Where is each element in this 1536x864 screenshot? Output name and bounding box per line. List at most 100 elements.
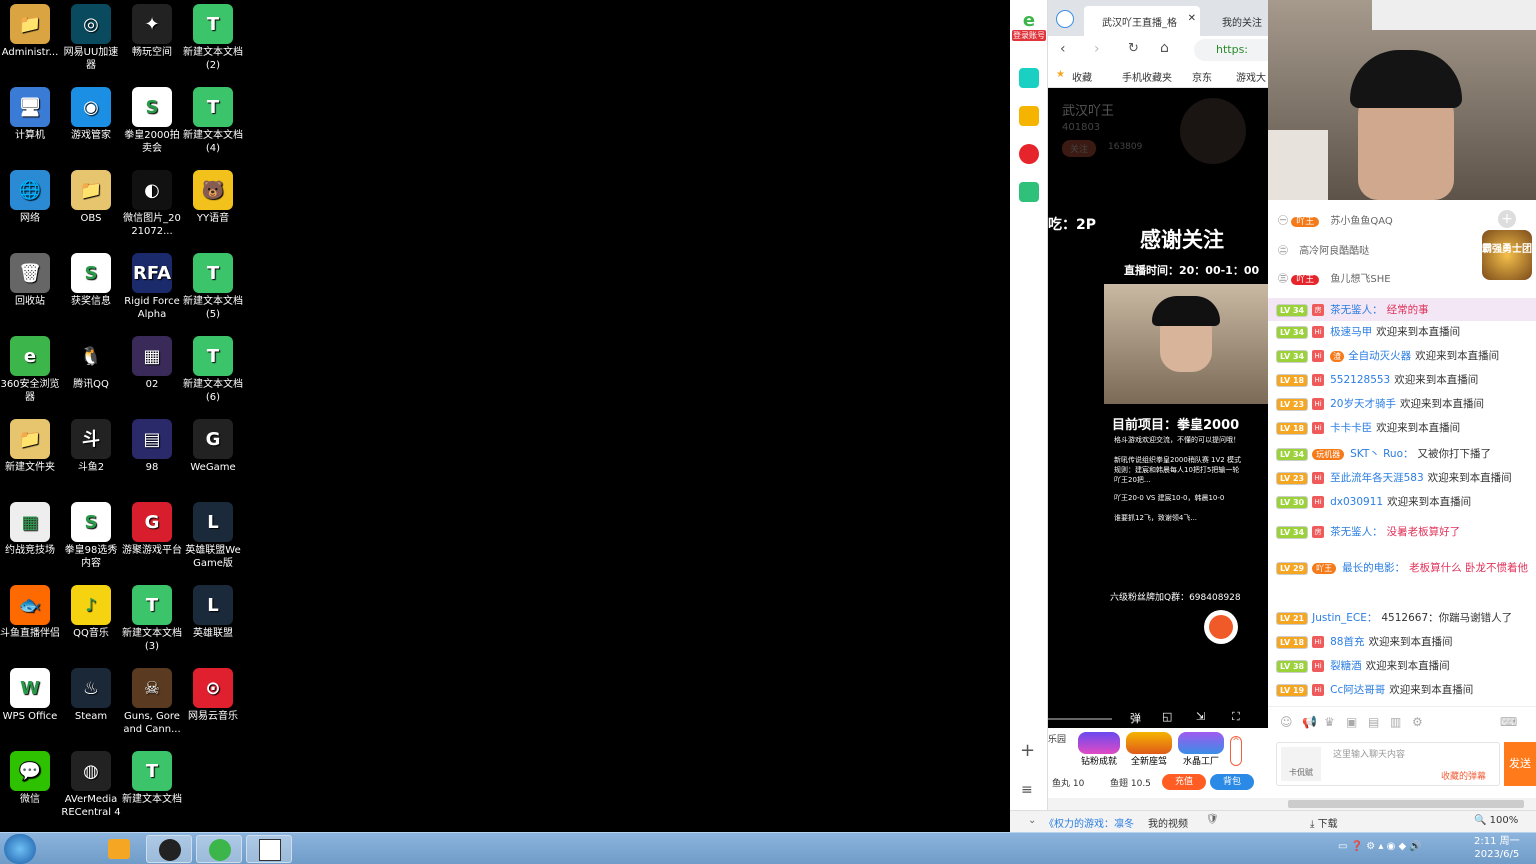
- chat-message[interactable]: LV 18 Hi 88首充 欢迎来到本直播间: [1276, 634, 1452, 649]
- gift-item[interactable]: 水晶工厂: [1178, 732, 1224, 768]
- start-button[interactable]: [4, 834, 36, 864]
- favorites-star-icon[interactable]: [1019, 106, 1039, 126]
- desktop-icon[interactable]: 🌐 网络: [0, 170, 61, 225]
- refresh-icon[interactable]: ↻: [1128, 41, 1139, 56]
- status-drama-link[interactable]: 《权力的游戏：凛冬: [1044, 815, 1134, 830]
- chat-username[interactable]: 茶无鉴人：: [1330, 304, 1383, 316]
- chat-username[interactable]: Cc阿达哥哥: [1330, 684, 1385, 696]
- forward-icon[interactable]: ›: [1094, 41, 1100, 57]
- chat-message[interactable]: LV 34 玩机器 SKT丶 Ruo： 又被你打下播了: [1276, 446, 1491, 461]
- desktop-icon[interactable]: W WPS Office: [0, 668, 61, 723]
- chat-username[interactable]: 茶无鉴人：: [1330, 526, 1383, 538]
- desktop-icon[interactable]: 📁 新建文件夹: [0, 419, 61, 474]
- scroll-thumb[interactable]: [1288, 800, 1524, 808]
- desktop-icon[interactable]: 💬 微信: [0, 751, 61, 806]
- horizontal-scrollbar[interactable]: [1048, 798, 1536, 810]
- chat-message[interactable]: LV 30 Hi dx030911 欢迎来到本直播间: [1276, 494, 1471, 509]
- desktop-icon[interactable]: S 拳皇98选秀内容: [60, 502, 122, 570]
- weibo-icon[interactable]: [1019, 144, 1039, 164]
- chat-username[interactable]: SKT丶 Ruo：: [1350, 448, 1413, 460]
- desktop-icon[interactable]: 斗斗鱼2: [60, 419, 122, 474]
- widescreen-icon[interactable]: ⇲: [1196, 710, 1205, 723]
- chat-username[interactable]: 20岁天才骑手: [1330, 398, 1396, 410]
- fan-club-badge[interactable]: 霸强勇士团: [1482, 230, 1532, 280]
- fullscreen-icon[interactable]: ⛶: [1232, 710, 1240, 724]
- filter-icon[interactable]: ▥: [1390, 715, 1401, 729]
- chat-message[interactable]: LV 21 Justin_ECE： 4512667：你踹马谢错人了: [1276, 610, 1512, 625]
- chat-username[interactable]: 卡卡卡臣: [1330, 422, 1372, 434]
- chat-username[interactable]: 全自动灭火器: [1348, 350, 1411, 362]
- download-button[interactable]: ⤓ 下载: [1310, 815, 1338, 830]
- desktop-icon[interactable]: 🐻 YY语音: [182, 170, 244, 225]
- desktop-icon[interactable]: S 拳皇2000拍卖会: [121, 87, 183, 155]
- tab-following[interactable]: 我的关注: [1204, 6, 1268, 36]
- gift-item[interactable]: 乐园: [1048, 732, 1070, 745]
- chat-username[interactable]: 88首充: [1330, 636, 1364, 648]
- desktop-icon[interactable]: ◍ AVerMedia RECentral 4: [60, 751, 122, 819]
- bookmark-favorites[interactable]: 收藏: [1072, 69, 1092, 84]
- menu-icon[interactable]: ≡: [1021, 782, 1033, 798]
- desktop-icon[interactable]: ◎ 网易UU加速器: [60, 4, 122, 72]
- follow-button[interactable]: 关注: [1062, 140, 1097, 157]
- desktop-icon[interactable]: 🐧 腾讯QQ: [60, 336, 122, 391]
- desktop-icon[interactable]: T 新建文本文档 (3): [121, 585, 183, 653]
- pip-icon[interactable]: ◱: [1162, 710, 1172, 723]
- chat-username[interactable]: dx030911: [1330, 496, 1383, 508]
- desktop-icon[interactable]: 🖥 计算机: [0, 87, 61, 142]
- chat-message[interactable]: LV 23 Hi 至此流年各天涯583 欢迎来到本直播间: [1276, 470, 1512, 485]
- status-my-video[interactable]: 我的视频: [1148, 815, 1188, 830]
- back-icon[interactable]: ‹: [1060, 41, 1066, 57]
- chat-message[interactable]: LV 23 Hi 20岁天才骑手 欢迎来到本直播间: [1276, 396, 1484, 411]
- desktop-icon[interactable]: G 游聚游戏平台: [121, 502, 183, 557]
- chat-input-box[interactable]: 卡侃赋 这里输入聊天内容 收藏的弹幕: [1276, 742, 1500, 786]
- desktop-icon[interactable]: RFA Rigid Force Alpha: [121, 253, 183, 321]
- chat-username[interactable]: 552128553: [1330, 374, 1390, 386]
- bookmark-games[interactable]: 游戏大: [1236, 69, 1266, 84]
- navigate-icon[interactable]: [1056, 10, 1074, 28]
- chat-message[interactable]: LV 29 吖王 最长的电影： 老板算什么 卧龙不惯着他: [1276, 560, 1528, 575]
- settings-icon[interactable]: ⚙: [1412, 715, 1423, 729]
- desktop-icon[interactable]: T 新建文本文档 (5): [182, 253, 244, 321]
- zoom-control[interactable]: 🔍 100%: [1474, 815, 1518, 826]
- desktop-icon[interactable]: ♨ Steam: [60, 668, 122, 723]
- fan-row[interactable]: ㊂ 吖王 鱼儿想飞SHE: [1278, 270, 1391, 285]
- chat-username[interactable]: 最长的电影：: [1342, 562, 1405, 574]
- chat-message[interactable]: LV 34 房茶无鉴人： 没暑老板算好了: [1276, 524, 1460, 539]
- system-tray[interactable]: ▭ ❓ ⚙ ▴ ◉ ◆ 🔊: [1338, 841, 1422, 852]
- desktop-icon[interactable]: T 新建文本文档 (6): [182, 336, 244, 404]
- gift-wheel-icon[interactable]: [1204, 610, 1238, 644]
- chevron-down-icon[interactable]: ⌄: [1028, 815, 1036, 826]
- backpack-button[interactable]: 背包: [1210, 774, 1254, 790]
- address-bar[interactable]: https:: [1194, 39, 1268, 61]
- stream-video[interactable]: 武汉吖王 401803 关注 163809 吃：2P 感谢关注 直播时间：20：…: [1048, 88, 1268, 728]
- desktop-icon[interactable]: ✦ 畅玩空间: [121, 4, 183, 59]
- danmaku-toggle-icon[interactable]: 弹: [1130, 710, 1141, 726]
- desktop-icon[interactable]: T 新建文本文档: [121, 751, 183, 806]
- add-icon[interactable]: +: [1020, 740, 1035, 761]
- taskbar-media-player[interactable]: [96, 835, 142, 863]
- desktop-icon[interactable]: ⊙ 网易云音乐: [182, 668, 244, 723]
- chat-username[interactable]: 极速马甲: [1330, 326, 1372, 338]
- desktop-icon[interactable]: T 新建文本文档 (2): [182, 4, 244, 72]
- manage-icon[interactable]: ▤: [1368, 715, 1379, 729]
- send-button[interactable]: 发送: [1504, 742, 1536, 786]
- desktop-icon[interactable]: ◉ 游戏管家: [60, 87, 122, 142]
- desktop-icon[interactable]: e 360安全浏览器: [0, 336, 61, 404]
- desktop-icon[interactable]: L 英雄联盟: [182, 585, 244, 640]
- desktop-icon[interactable]: S 获奖信息: [60, 253, 122, 308]
- mail-icon[interactable]: [1019, 182, 1039, 202]
- recharge-button[interactable]: 充值: [1162, 774, 1206, 790]
- add-circle-icon[interactable]: +: [1498, 210, 1516, 228]
- chat-message[interactable]: LV 34 Hi 渣全自动灭火器 欢迎来到本直播间: [1276, 348, 1499, 363]
- chat-message[interactable]: LV 19 Hi Cc阿达哥哥 欢迎来到本直播间: [1276, 682, 1473, 697]
- close-icon[interactable]: ✕: [1188, 13, 1196, 24]
- desktop-icon[interactable]: L 英雄联盟WeGame版: [182, 502, 244, 570]
- desktop-icon[interactable]: ▤ 98: [121, 419, 183, 474]
- danmaku-mode-icon[interactable]: ⌨: [1500, 715, 1517, 729]
- desktop-icon[interactable]: G WeGame: [182, 419, 244, 474]
- sidebar-plus-icon[interactable]: [1019, 68, 1039, 88]
- home-icon[interactable]: ⌂: [1160, 40, 1169, 56]
- chat-message[interactable]: LV 18 Hi 552128553 欢迎来到本直播间: [1276, 372, 1478, 387]
- chat-username[interactable]: 裂糖酒: [1330, 660, 1362, 672]
- desktop-icon[interactable]: ☠ Guns, Gore and Cann...: [121, 668, 183, 736]
